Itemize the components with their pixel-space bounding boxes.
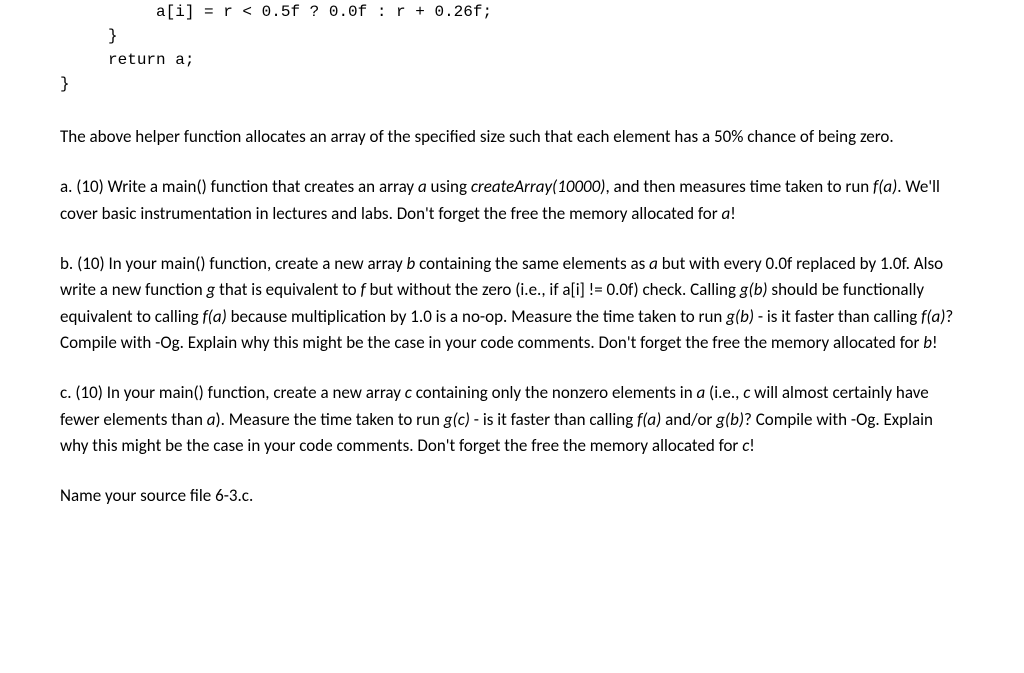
code-line: } <box>60 27 118 45</box>
footer-paragraph: Name your source file 6-3.c. <box>60 483 964 509</box>
var-a: a <box>649 253 658 274</box>
text: containing only the nonzero elements in <box>412 382 697 403</box>
text: that is equivalent to <box>215 279 360 300</box>
call-fa: f(a) <box>921 306 945 327</box>
footer-text: Name your source file 6-3.c. <box>60 485 253 506</box>
call-gc: g(c) <box>444 409 470 430</box>
intro-text: The above helper function allocates an a… <box>60 126 894 147</box>
text: using <box>427 176 471 197</box>
call-createarray: createArray(10000) <box>471 176 606 197</box>
var-a: a <box>696 382 705 403</box>
var-c: c <box>405 382 412 403</box>
text: b. (10) In your main() function, create … <box>60 253 407 274</box>
call-fa: f(a) <box>873 176 897 197</box>
call-gb: g(b) <box>740 279 768 300</box>
text: a. (10) Write a main() function that cre… <box>60 176 418 197</box>
var-a: a <box>418 176 427 197</box>
text: ! <box>749 435 755 456</box>
code-line: a[i] = r < 0.5f ? 0.0f : r + 0.26f; <box>60 3 492 21</box>
code-line: } <box>60 75 70 93</box>
text: - is it faster than calling <box>470 409 637 430</box>
document-page: a[i] = r < 0.5f ? 0.0f : r + 0.26f; } re… <box>0 0 1024 564</box>
intro-paragraph: The above helper function allocates an a… <box>60 124 964 150</box>
part-b-paragraph: b. (10) In your main() function, create … <box>60 251 964 356</box>
text: - is it faster than calling <box>754 306 921 327</box>
var-g: g <box>207 279 216 300</box>
text: ! <box>730 203 736 224</box>
call-gb: g(b) <box>716 409 744 430</box>
part-a-paragraph: a. (10) Write a main() function that cre… <box>60 174 964 227</box>
text: containing the same elements as <box>415 253 649 274</box>
call-fa: f(a) <box>637 409 661 430</box>
text: but without the zero (i.e., if a[i] != 0… <box>366 279 740 300</box>
part-c-paragraph: c. (10) In your main() function, create … <box>60 380 964 459</box>
code-line: return a; <box>60 51 194 69</box>
text: because multiplication by 1.0 is a no-op… <box>227 306 726 327</box>
text: , and then measures time taken to run <box>605 176 873 197</box>
var-a: a <box>722 203 731 224</box>
var-b: b <box>407 253 416 274</box>
code-snippet: a[i] = r < 0.5f ? 0.0f : r + 0.26f; } re… <box>60 0 964 96</box>
text: c. (10) In your main() function, create … <box>60 382 405 403</box>
text: and/or <box>661 409 716 430</box>
text: (i.e., <box>705 382 743 403</box>
text: ! <box>932 332 938 353</box>
call-fa: f(a) <box>202 306 226 327</box>
call-gb: g(b) <box>726 306 754 327</box>
var-b: b <box>923 332 932 353</box>
text: ). Measure the time taken to run <box>215 409 443 430</box>
